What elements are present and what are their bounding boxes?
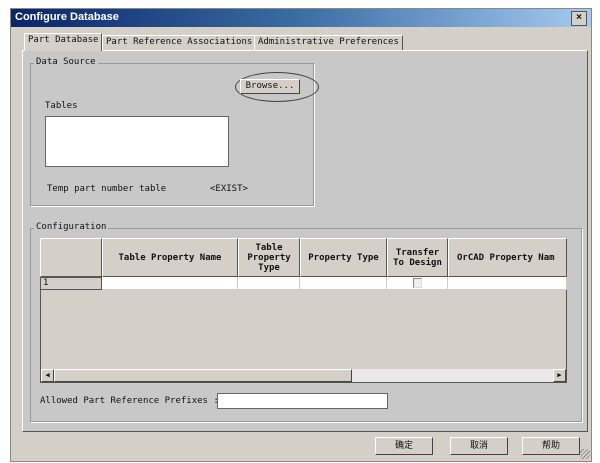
ok-button[interactable]: 确定 (375, 437, 433, 455)
tables-label: Tables (45, 101, 78, 111)
cell-table-property-type[interactable] (238, 277, 300, 290)
cell-orcad-property-name[interactable] (448, 277, 567, 290)
cell-table-property-name[interactable] (102, 277, 238, 290)
column-header-orcad-property-name[interactable]: OrCAD Property Nam (448, 238, 567, 277)
tables-listbox[interactable] (45, 116, 229, 167)
grid-corner (40, 238, 102, 277)
tab-part-reference-associations[interactable]: Part Reference Associations (102, 35, 257, 50)
cell-property-type[interactable] (300, 277, 387, 290)
tab-administrative-preferences[interactable]: Administrative Preferences (254, 35, 403, 50)
browse-button[interactable]: Browse... (240, 79, 300, 94)
row-header[interactable]: 1 (40, 277, 102, 290)
allowed-prefixes-label: Allowed Part Reference Prefixes : (40, 396, 219, 406)
title-bar: Configure Database × (11, 9, 591, 27)
scroll-left-icon[interactable]: ◀ (41, 369, 54, 382)
configuration-label: Configuration (34, 222, 109, 232)
help-button[interactable]: 帮助 (522, 437, 580, 455)
close-button[interactable]: × (571, 11, 587, 26)
column-header-table-property-name[interactable]: Table Property Name (102, 238, 238, 277)
cancel-button[interactable]: 取消 (450, 437, 508, 455)
temp-part-number-value: <EXIST> (210, 184, 248, 194)
allowed-prefixes-input[interactable] (217, 393, 388, 409)
scroll-right-icon[interactable]: ▶ (553, 369, 566, 382)
transfer-checkbox[interactable] (413, 278, 422, 288)
tab-part-database[interactable]: Part Database (24, 33, 103, 51)
data-source-label: Data Source (34, 57, 98, 67)
column-header-table-property-type[interactable]: Table Property Type (238, 238, 300, 277)
scrollbar-thumb[interactable] (54, 369, 352, 382)
resize-grip-icon[interactable] (580, 449, 590, 459)
temp-part-number-label: Temp part number table (47, 184, 167, 194)
window-title: Configure Database (15, 11, 119, 23)
column-header-transfer-to-design[interactable]: Transfer To Design (387, 238, 448, 277)
column-header-property-type[interactable]: Property Type (300, 238, 387, 277)
